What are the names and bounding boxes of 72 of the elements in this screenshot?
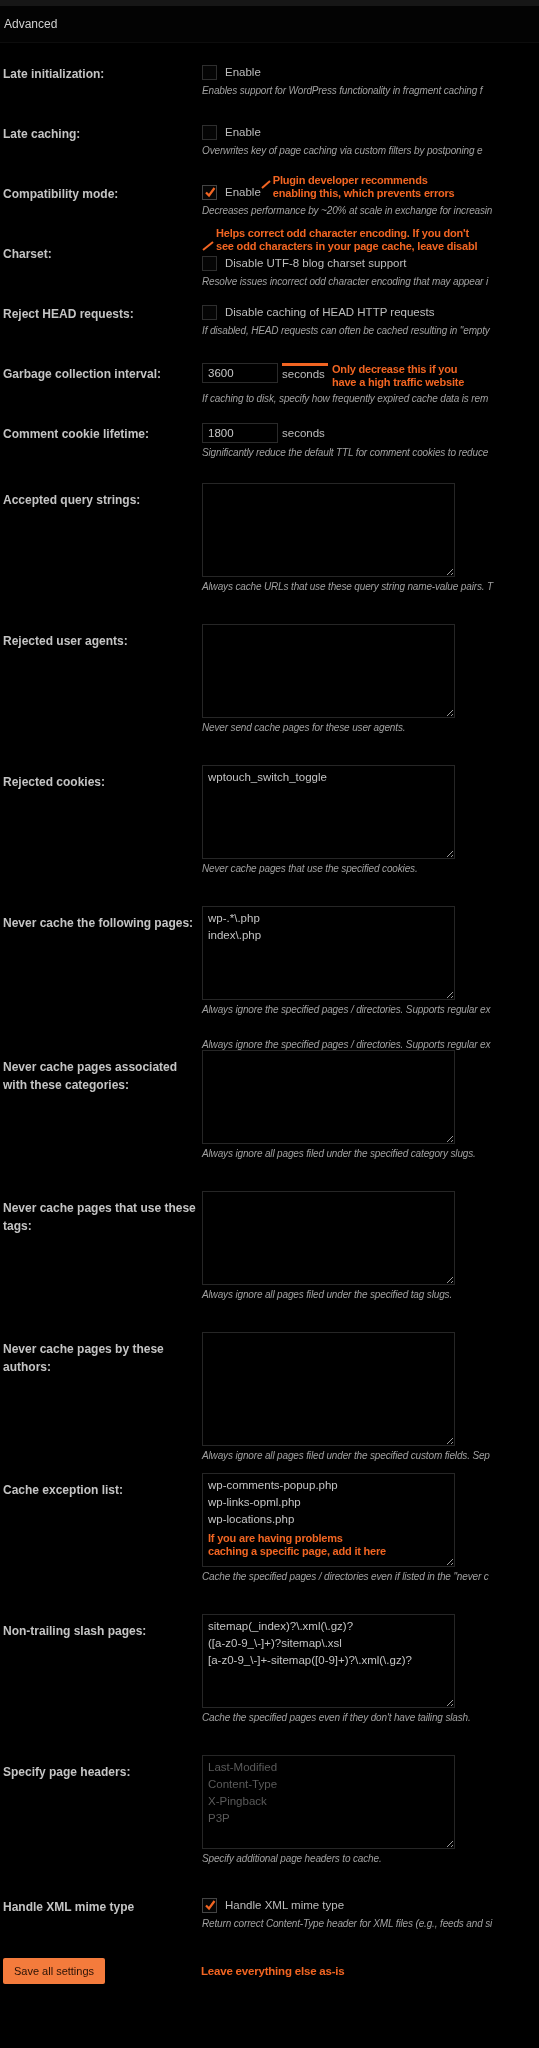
number-field[interactable]: 3600 (202, 363, 278, 383)
setting-description: Overwrites key of page caching via custom filters by postponing e (202, 145, 484, 156)
text-area[interactable] (202, 483, 455, 577)
annotation-text: Leave everything else as-is (201, 1964, 345, 1978)
setting-description: Never send cache pages for these user agents. (202, 722, 407, 733)
text-area[interactable]: wptouch_switch_toggle (202, 765, 455, 859)
annotation-text: If you are having problems caching a specific page, add it here (208, 1532, 387, 1558)
checkbox[interactable] (202, 1897, 217, 1913)
save-button[interactable]: Save all settings (3, 1958, 105, 1984)
checkbox[interactable] (202, 184, 217, 200)
setting-label: Never cache pages that use these tags: (2, 1200, 197, 1235)
checkbox[interactable] (202, 124, 217, 140)
setting-label: Comment cookie lifetime: (2, 426, 151, 443)
text-area[interactable]: wp-.*\.php index\.php (202, 906, 455, 1000)
unit-label: seconds (282, 426, 325, 441)
checkbox-label[interactable]: Enable (225, 126, 261, 138)
setting-description: Specify additional page headers to cache. (202, 1853, 383, 1864)
annotation-text: Only decrease this if you have a high traffic website (332, 363, 465, 389)
setting-description: Always ignore all pages filed under the specified tag slugs. (202, 1289, 454, 1300)
setting-description: If caching to disk, specify how frequently expired cache data is rem (202, 393, 490, 404)
setting-description: Resolve issues incorrect odd character encoding that may appear i (202, 276, 490, 287)
text-area[interactable] (202, 1050, 455, 1144)
setting-label: Never cache pages by these authors: (2, 1341, 165, 1376)
setting-description: Significantly reduce the default TTL for comment cookies to reduce (202, 447, 490, 458)
setting-label: Rejected user agents: (2, 633, 129, 650)
checkbox-label[interactable]: Disable caching of HEAD HTTP requests (225, 306, 435, 318)
text-area[interactable]: Last-Modified Content-Type X-Pingback P3P (202, 1755, 455, 1849)
text-area[interactable] (202, 1191, 455, 1285)
checkbox[interactable] (202, 64, 217, 80)
annotation-text: Plugin developer recommends enabling this, which prevents errors (272, 174, 455, 200)
setting-label: Compatibility mode: (2, 186, 120, 203)
setting-label: Charset: (2, 246, 53, 263)
setting-label: Non-trailing slash pages: (2, 1623, 148, 1640)
setting-description: Cache the specified pages / directories even if listed in the "never c (202, 1571, 490, 1582)
text-area[interactable] (202, 1332, 455, 1446)
setting-description: Always ignore all pages filed under the specified custom fields. Sep (202, 1450, 491, 1461)
setting-description: Always ignore the specified pages / directories. Supports regular ex (202, 1039, 492, 1050)
setting-description: Always ignore all pages filed under the specified category slugs. (202, 1148, 477, 1159)
setting-label: Accepted query strings: (2, 492, 142, 509)
setting-label: Rejected cookies: (2, 774, 107, 791)
setting-description: Enables support for WordPress functionality in fragment caching f (202, 85, 485, 96)
checkbox-label[interactable]: Enable (225, 186, 261, 198)
setting-label: Specify page headers: (2, 1764, 132, 1781)
checkbox[interactable] (202, 255, 217, 271)
leader-line (282, 363, 328, 366)
text-area[interactable]: sitemap(_index)?\.xml(\.gz)? ([a-z0-9_\-]+)?sitemap\.xsl [a-z0-9_\-]+-sitemap([0-9]+)?\.xml(\.gz)? (202, 1614, 455, 1708)
leader-line (260, 179, 271, 189)
checkbox-label[interactable]: Handle XML mime type (225, 1899, 345, 1911)
unit-label: seconds (282, 367, 326, 382)
setting-label: Never cache the following pages: (2, 915, 195, 932)
setting-description: Decreases performance by ~20% at scale in exchange for increasin (202, 205, 494, 216)
leader-line (202, 241, 214, 251)
setting-label: Late caching: (2, 126, 82, 143)
setting-description: Cache the specified pages even if they don't have tailing slash. (202, 1712, 472, 1723)
setting-description: Always cache URLs that use these query string name-value pairs. T (202, 581, 495, 592)
setting-label: Never cache pages associated with these categories: (2, 1059, 179, 1094)
setting-description: Never cache pages that use the specified cookies. (202, 863, 419, 874)
setting-label: Late initialization: (2, 66, 106, 83)
checkbox-label[interactable]: Enable (225, 66, 261, 78)
setting-description: If disabled, HEAD requests can often be cached resulting in "empty (202, 325, 491, 336)
setting-label: Cache exception list: (2, 1482, 125, 1499)
setting-label: Reject HEAD requests: (2, 306, 135, 323)
setting-description: Return correct Content-Type header for XML files (e.g., feeds and si (202, 1918, 494, 1929)
checkbox-label[interactable]: Disable UTF-8 blog charset support (225, 257, 407, 269)
annotation-text: Helps correct odd character encoding. If you don't see odd characters in your page cache, leave disabl (216, 227, 478, 253)
checkbox[interactable] (202, 304, 217, 320)
number-field[interactable]: 1800 (202, 423, 278, 443)
setting-description: Always ignore the specified pages / directories. Supports regular ex (202, 1004, 492, 1015)
text-area[interactable] (202, 624, 455, 718)
section-title: Advanced (4, 17, 58, 31)
setting-label: Garbage collection interval: (2, 366, 163, 383)
setting-label: Handle XML mime type (2, 1899, 136, 1916)
